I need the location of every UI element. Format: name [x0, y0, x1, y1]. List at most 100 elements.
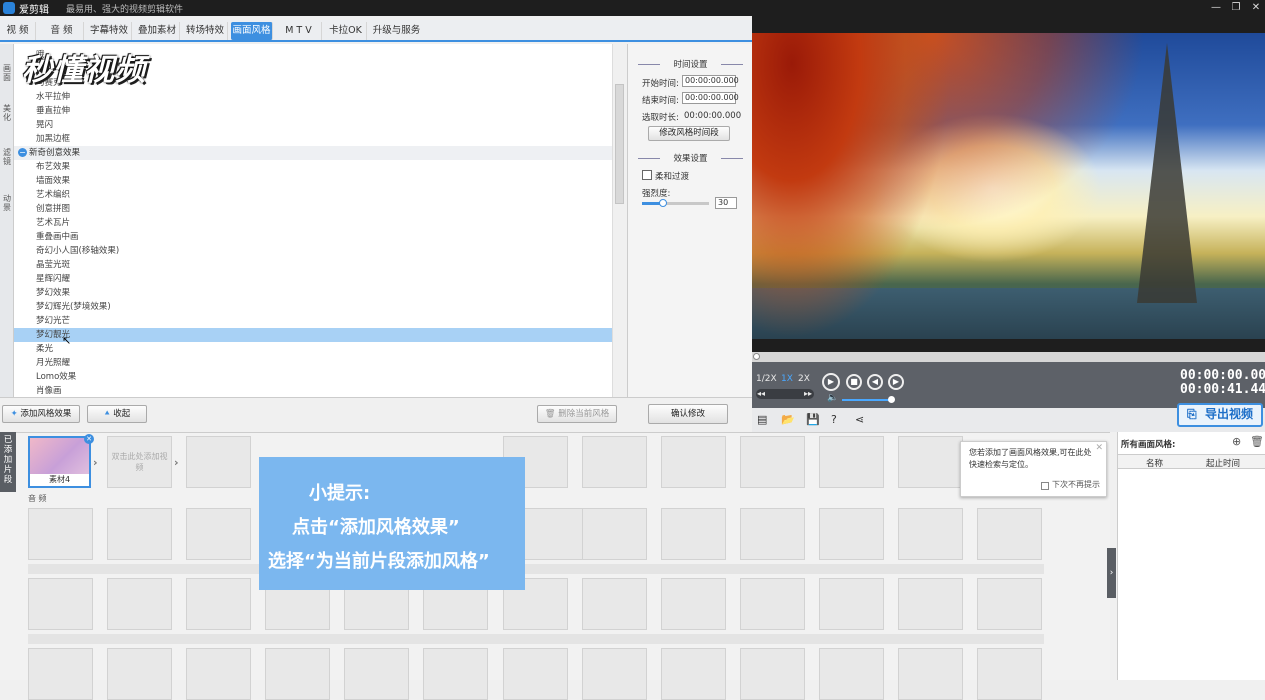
list-item[interactable]: 星辉闪耀 [36, 272, 70, 286]
speed-half-button[interactable]: 1/2X [756, 374, 777, 384]
rail-filter[interactable]: 滤镜 [0, 148, 14, 166]
clip-slot[interactable] [503, 648, 568, 700]
next-frame-icon[interactable]: ▶ [888, 374, 904, 390]
share-icon[interactable]: ⋖ [855, 413, 864, 426]
expand-panel-handle[interactable]: › [1107, 548, 1116, 598]
clip-slot[interactable] [819, 508, 884, 560]
clip-slot[interactable] [740, 648, 805, 700]
list-item[interactable]: 晃闪 [36, 118, 53, 132]
remove-clip-icon[interactable]: ✕ [84, 434, 94, 444]
tab-upgrade[interactable]: 升级与服务 [370, 22, 423, 40]
list-item[interactable]: 加黑边框 [36, 132, 70, 146]
clip-slot[interactable] [28, 648, 93, 700]
speed-1x-button[interactable]: 1X [781, 374, 793, 384]
prev-frame-icon[interactable]: ◀ [867, 374, 883, 390]
confirm-modify-button[interactable]: 确认修改 [648, 404, 728, 424]
tab-video[interactable]: 视 频 [0, 22, 36, 40]
tab-subtitle-effects[interactable]: 字幕特效 [87, 22, 132, 40]
clip-slot[interactable] [186, 648, 251, 700]
column-name[interactable]: 名称 [1146, 457, 1163, 469]
end-time-input[interactable]: 00:00:00.000 [682, 92, 739, 104]
empty-clip-slot[interactable]: 双击此处添加视频 [107, 436, 172, 488]
playback-progress[interactable] [752, 352, 1265, 362]
tab-audio[interactable]: 音 频 [40, 22, 84, 40]
clip-slot[interactable] [344, 648, 409, 700]
list-item[interactable]: 艺术瓦片 [36, 216, 70, 230]
clip-slot[interactable] [740, 508, 805, 560]
clip-slot[interactable] [740, 578, 805, 630]
clip-slot[interactable] [898, 508, 963, 560]
clip-slot[interactable] [898, 578, 963, 630]
list-item[interactable]: Lomo效果 [36, 370, 76, 384]
play-icon[interactable]: ▶ [822, 373, 840, 391]
clip-slot[interactable] [898, 436, 963, 488]
clip-slot[interactable] [898, 648, 963, 700]
clip-slot[interactable] [582, 436, 647, 488]
list-item[interactable]: 梦幻辉光(梦境效果) [36, 300, 111, 314]
clip-slot[interactable] [661, 578, 726, 630]
list-item[interactable]: 晶莹光斑 [36, 258, 70, 272]
clip-slot[interactable] [977, 578, 1042, 630]
list-item[interactable]: 艺术编织 [36, 188, 70, 202]
clip-slot[interactable] [186, 436, 251, 488]
scroll-thumb[interactable] [615, 84, 624, 204]
clip-slot[interactable] [28, 508, 93, 560]
clip-slot[interactable] [740, 436, 805, 488]
save-icon[interactable]: 💾 [806, 413, 820, 426]
clip-slot[interactable] [265, 648, 330, 700]
column-time[interactable]: 起止时间 [1206, 457, 1240, 469]
rail-beautify[interactable]: 美化 [0, 104, 14, 122]
tab-mtv[interactable]: M T V [276, 22, 322, 40]
clip-slot[interactable] [107, 508, 172, 560]
modify-time-button[interactable]: 修改风格时间段 [648, 126, 730, 141]
strength-slider-handle[interactable] [659, 199, 667, 207]
export-video-button[interactable]: ⎘ 导出视频 [1177, 403, 1263, 427]
clip-slot[interactable] [107, 648, 172, 700]
clip-slot[interactable] [819, 578, 884, 630]
soft-transition-checkbox[interactable] [642, 170, 652, 180]
clip-thumbnail[interactable]: 素材4 [28, 436, 91, 488]
speed-2x-button[interactable]: 2X [798, 374, 810, 384]
clip-slot[interactable] [977, 508, 1042, 560]
list-item[interactable]: 创意拼图 [36, 202, 70, 216]
tab-picture-style[interactable]: 画面风格 [231, 22, 273, 40]
stop-icon[interactable]: ■ [846, 374, 862, 390]
close-button[interactable]: ✕ [1246, 0, 1265, 16]
list-item[interactable]: 奇幻小人国(移轴效果) [36, 244, 119, 258]
list-item[interactable]: 柔光 [36, 342, 53, 356]
tab-overlay[interactable]: 叠加素材 [135, 22, 180, 40]
clip-slot[interactable] [524, 508, 589, 560]
tab-karaoke[interactable]: 卡拉OK [325, 22, 367, 40]
list-item[interactable]: 墙面效果 [36, 174, 70, 188]
clip-slot[interactable] [582, 648, 647, 700]
volume-icon[interactable]: 🔈 [827, 393, 838, 403]
volume-handle[interactable] [888, 396, 895, 403]
collapse-button[interactable]: ⯅ 收起 [87, 405, 147, 423]
list-item[interactable]: 肖像画 [36, 384, 62, 397]
clip-slot[interactable] [107, 578, 172, 630]
clip-slot[interactable] [582, 508, 647, 560]
help-icon[interactable]: ? [831, 413, 837, 426]
tab-transitions[interactable]: 转场特效 [183, 22, 228, 40]
video-preview[interactable] [752, 33, 1265, 339]
clip-slot[interactable] [819, 436, 884, 488]
restore-button[interactable]: ❐ [1226, 0, 1246, 16]
rewind-icon[interactable]: ◂◂ [757, 389, 765, 398]
clip-slot[interactable] [423, 648, 488, 700]
start-time-input[interactable]: 00:00:00.000 [682, 75, 739, 87]
clip-slot[interactable] [28, 578, 93, 630]
fast-forward-icon[interactable]: ▸▸ [804, 389, 812, 398]
clip-slot[interactable] [661, 436, 726, 488]
list-item[interactable]: 水平拉伸 [36, 90, 70, 104]
minimize-button[interactable]: — [1206, 0, 1226, 16]
open-folder-icon[interactable]: 📂 [781, 413, 795, 426]
clip-slot[interactable] [977, 648, 1042, 700]
list-item[interactable]: 垂直拉伸 [36, 104, 70, 118]
clip-slot[interactable] [186, 508, 251, 560]
no-show-checkbox[interactable] [1041, 482, 1049, 490]
clip-slot[interactable] [582, 578, 647, 630]
tooltip-close-icon[interactable]: ✕ [1095, 442, 1103, 454]
delete-style-button[interactable]: 🗑 删除当前风格 [537, 405, 617, 423]
list-scrollbar[interactable] [612, 44, 626, 397]
hd-icon[interactable]: ▤ [757, 413, 767, 426]
